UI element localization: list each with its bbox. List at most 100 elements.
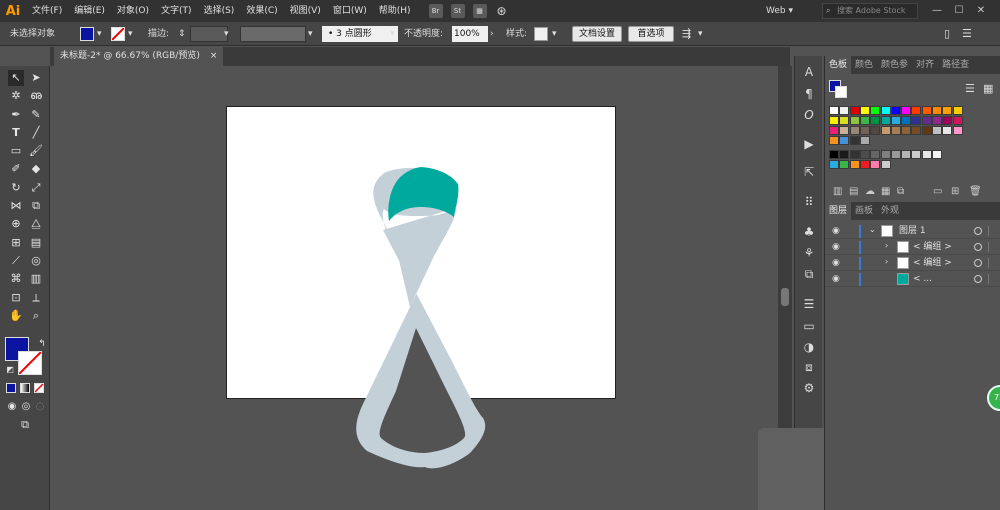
color-swatch[interactable] <box>921 116 932 125</box>
line-tool-icon[interactable]: ╱ <box>28 125 44 141</box>
scale-tool-icon[interactable]: ⤢ <box>28 180 44 196</box>
maximize-icon[interactable]: ☐ <box>952 4 966 18</box>
tab-artboards[interactable]: 画板 <box>851 202 877 220</box>
document-setup-button[interactable]: 文档设置 <box>572 26 622 42</box>
color-swatch[interactable] <box>932 106 942 115</box>
ribbon-artwork[interactable] <box>50 66 778 510</box>
color-swatch[interactable] <box>890 126 901 135</box>
style-dropdown-icon[interactable]: ▾ <box>552 26 557 42</box>
color-swatch[interactable] <box>870 126 881 135</box>
slice-tool-icon[interactable]: ⟂ <box>28 290 44 306</box>
delete-swatch-icon[interactable]: 🗑 <box>969 186 982 197</box>
selection-column[interactable] <box>988 226 996 236</box>
menu-view[interactable]: 视图(V) <box>284 0 327 22</box>
eraser-icon[interactable]: ◆ <box>28 161 44 177</box>
cloud-library-icon[interactable]: ☁ <box>865 186 875 197</box>
color-swatch[interactable] <box>839 126 850 135</box>
perspective-grid-icon[interactable]: ⧋ <box>28 216 44 232</box>
tab-color[interactable]: 颜色 <box>851 56 877 74</box>
brush-dropdown-icon[interactable]: ▾ <box>390 26 395 42</box>
curvature-tool-icon[interactable]: ✎ <box>28 107 44 123</box>
color-swatch[interactable] <box>859 106 870 115</box>
screen-mode-icon[interactable]: ⧉ <box>17 417 33 433</box>
menu-select[interactable]: 选择(S) <box>198 0 241 22</box>
mesh-tool-icon[interactable]: ⊞ <box>8 235 24 251</box>
color-swatch[interactable] <box>911 126 922 135</box>
color-swatch[interactable] <box>829 116 839 125</box>
blend-tool-icon[interactable]: ◎ <box>28 253 44 269</box>
pen-tool-icon[interactable]: ✒ <box>8 107 24 123</box>
color-mode-icon[interactable] <box>6 383 16 393</box>
type-tool-icon[interactable]: T <box>8 125 24 141</box>
swatch-show-kinds-icon[interactable]: ▤ <box>849 186 858 197</box>
symbol-sprayer-icon[interactable]: ⌘ <box>8 271 24 287</box>
color-swatch[interactable] <box>921 150 932 159</box>
color-swatch[interactable] <box>870 160 881 169</box>
color-swatch[interactable] <box>839 150 850 159</box>
selection-column[interactable] <box>988 242 996 252</box>
color-swatch[interactable] <box>901 116 912 125</box>
panel-menu-icon[interactable]: ▯ <box>944 26 950 42</box>
list-view-icon[interactable]: ☰ <box>965 82 975 95</box>
control-menu-icon[interactable]: ☰ <box>962 26 972 42</box>
color-swatch[interactable] <box>849 150 860 159</box>
opacity-arrow-icon[interactable]: › <box>490 26 494 42</box>
close-window-icon[interactable]: ✕ <box>974 4 988 18</box>
rotate-tool-icon[interactable]: ↻ <box>8 180 24 196</box>
color-swatch[interactable] <box>890 106 901 115</box>
sublayer-row[interactable]: ◉ › < 编组 > <box>825 240 1000 255</box>
hand-tool-icon[interactable]: ✋ <box>8 308 24 324</box>
visibility-eye-icon[interactable]: ◉ <box>832 226 842 236</box>
color-swatch[interactable] <box>829 150 839 159</box>
swatch-library-icon[interactable]: ▥ <box>833 186 842 197</box>
actions-panel-icon[interactable]: ▶ <box>801 136 817 152</box>
color-swatch[interactable] <box>880 160 891 169</box>
color-swatch[interactable] <box>870 116 881 125</box>
color-swatch[interactable] <box>859 116 870 125</box>
graphic-styles-icon[interactable]: ⚙ <box>801 380 817 396</box>
color-swatch[interactable] <box>849 126 860 135</box>
color-swatch[interactable] <box>839 160 850 169</box>
color-swatch[interactable] <box>911 116 922 125</box>
color-swatch[interactable] <box>911 106 922 115</box>
color-swatch[interactable] <box>932 150 942 159</box>
new-swatch-icon[interactable]: ⊞ <box>951 186 959 197</box>
menu-type[interactable]: 文字(T) <box>155 0 198 22</box>
color-swatch[interactable] <box>829 136 839 145</box>
close-tab-icon[interactable]: × <box>210 47 218 66</box>
color-swatch[interactable] <box>932 126 942 135</box>
fill-dropdown-icon[interactable]: ▾ <box>97 26 102 42</box>
direct-selection-tool-icon[interactable]: ➤ <box>28 70 44 86</box>
color-swatch[interactable] <box>942 126 953 135</box>
transform-panel-icon[interactable]: ⠿ <box>801 194 817 210</box>
tab-align[interactable]: 对齐 <box>912 56 938 74</box>
paintbrush-icon[interactable]: 🖌 <box>28 143 44 159</box>
graph-tool-icon[interactable]: ▥ <box>28 271 44 287</box>
arrange-icon[interactable]: ⇶ <box>682 26 691 42</box>
color-swatch[interactable] <box>849 136 860 145</box>
brushes-panel-icon[interactable]: ⚘ <box>801 245 817 261</box>
color-swatch[interactable] <box>942 116 953 125</box>
visibility-eye-icon[interactable]: ◉ <box>832 274 842 284</box>
color-swatch[interactable] <box>942 106 953 115</box>
color-swatch[interactable] <box>849 106 860 115</box>
gradient-panel-icon[interactable]: ▭ <box>801 318 817 334</box>
stroke-color-swatch[interactable] <box>18 351 42 375</box>
brush-definition[interactable]: • 3 点圆形 <box>322 26 398 42</box>
minimize-icon[interactable]: — <box>930 4 944 18</box>
color-swatch[interactable] <box>952 106 963 115</box>
stroke-weight-input[interactable] <box>190 26 228 42</box>
color-swatch[interactable] <box>829 160 839 169</box>
target-circle-icon[interactable] <box>974 243 982 251</box>
color-swatch[interactable] <box>859 136 870 145</box>
bridge-button[interactable]: Br <box>428 4 443 18</box>
color-swatch[interactable] <box>880 106 891 115</box>
sublayer-row[interactable]: ◉ › < 编组 > <box>825 256 1000 271</box>
color-swatch[interactable] <box>829 126 839 135</box>
document-tab[interactable]: 未标题-2* @ 66.67% (RGB/预览) × <box>54 47 224 66</box>
layer-row[interactable]: ◉ ⌄ 图层 1 <box>825 224 1000 239</box>
color-swatch[interactable] <box>839 106 850 115</box>
color-swatch[interactable] <box>880 116 891 125</box>
profile-dropdown-icon[interactable]: ▾ <box>308 26 313 42</box>
menu-help[interactable]: 帮助(H) <box>373 0 417 22</box>
